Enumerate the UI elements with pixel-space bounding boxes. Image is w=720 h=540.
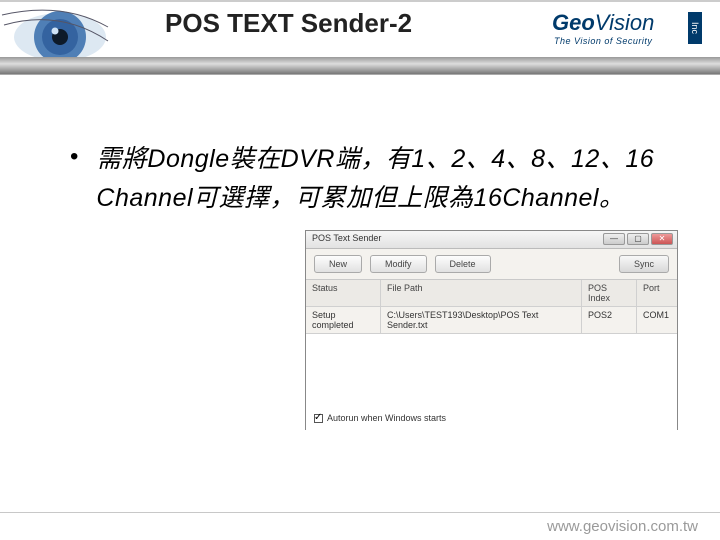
delete-button[interactable]: Delete (435, 255, 491, 273)
col-status: Status (306, 280, 381, 306)
col-posindex: POS Index (582, 280, 637, 306)
cell-status: Setup completed (306, 307, 381, 333)
cell-port: COM1 (637, 307, 677, 333)
autorun-checkbox[interactable] (314, 414, 323, 423)
cell-filepath: C:\Users\TEST193\Desktop\POS Text Sender… (381, 307, 582, 333)
brand-block: GeoVision The Vision of Security Inc (512, 2, 702, 62)
brand-tagline: The Vision of Security (554, 36, 652, 46)
autorun-label: Autorun when Windows starts (327, 413, 446, 423)
window-title: POS Text Sender (312, 233, 381, 243)
window-maximize-button[interactable]: ▢ (627, 233, 649, 245)
modify-button[interactable]: Modify (370, 255, 427, 273)
brand-crescent-icon (512, 10, 548, 46)
table-row[interactable]: Setup completed C:\Users\TEST193\Desktop… (306, 307, 677, 334)
slide-header: POS TEXT Sender-2 GeoVision The Vision o… (0, 0, 720, 70)
bullet-marker: • (70, 140, 78, 174)
window-titlebar: POS Text Sender — ▢ ✕ (306, 231, 677, 249)
brand-inc-badge: Inc (688, 12, 702, 44)
slide-footer: www.geovision.com.tw (0, 512, 720, 540)
header-divider-band (0, 57, 720, 75)
sync-button[interactable]: Sync (619, 255, 669, 273)
col-port: Port (637, 280, 677, 306)
new-button[interactable]: New (314, 255, 362, 273)
window-close-button[interactable]: ✕ (651, 233, 673, 245)
bullet-text: 需將Dongle裝在DVR端，有1、2、4、8、12、16 Channel可選擇… (96, 140, 680, 218)
table-header-row: Status File Path POS Index Port (306, 280, 677, 307)
embedded-screenshot: POS Text Sender — ▢ ✕ New Modify Delete … (305, 230, 678, 430)
autorun-row[interactable]: Autorun when Windows starts (314, 413, 446, 423)
cell-posindex: POS2 (582, 307, 637, 333)
bullet-content: • 需將Dongle裝在DVR端，有1、2、4、8、12、16 Channel可… (70, 140, 680, 218)
footer-url: www.geovision.com.tw (547, 518, 698, 535)
page-title: POS TEXT Sender-2 (165, 8, 412, 39)
toolbar: New Modify Delete Sync (306, 249, 677, 280)
col-filepath: File Path (381, 280, 582, 306)
window-minimize-button[interactable]: — (603, 233, 625, 245)
brand-name: GeoVision (552, 10, 654, 36)
